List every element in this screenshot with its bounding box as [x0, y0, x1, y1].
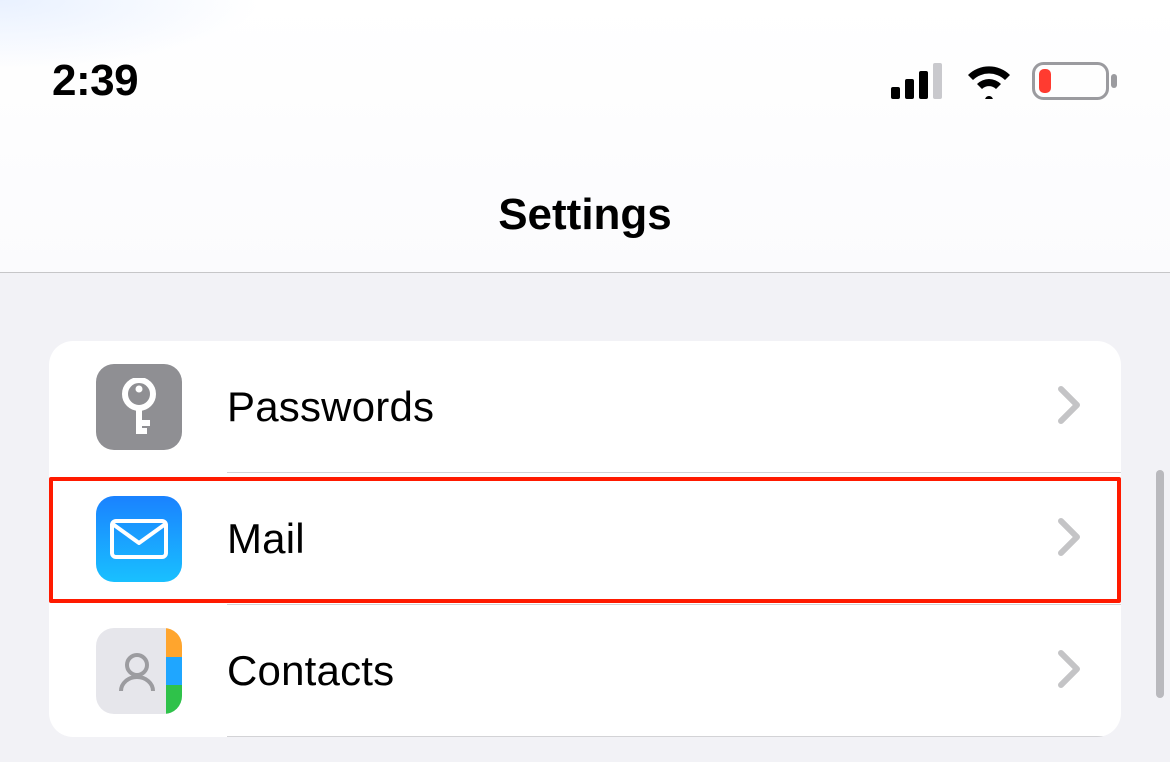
scrollbar-thumb[interactable] — [1156, 470, 1164, 698]
address-book-tabs — [166, 628, 182, 714]
chevron-right-icon — [1057, 517, 1081, 562]
battery-low-icon — [1032, 62, 1118, 100]
settings-group: Passwords Mail — [49, 341, 1121, 737]
mail-icon — [96, 496, 182, 582]
page-title: Settings — [0, 190, 1170, 240]
settings-row-label: Contacts — [227, 647, 1057, 695]
status-time: 2:39 — [52, 56, 138, 106]
settings-row-passwords[interactable]: Passwords — [49, 341, 1121, 473]
settings-row-mail[interactable]: Mail — [49, 473, 1121, 605]
row-separator — [227, 736, 1121, 737]
cellular-signal-icon — [891, 63, 946, 99]
status-indicators — [891, 62, 1118, 100]
key-icon — [96, 364, 182, 450]
navigation-header: 2:39 — [0, 0, 1170, 273]
chevron-right-icon — [1057, 385, 1081, 430]
wifi-icon — [964, 63, 1014, 99]
settings-row-label: Mail — [227, 515, 1057, 563]
settings-list-area: Passwords Mail — [0, 273, 1170, 737]
status-bar: 2:39 — [0, 0, 1170, 106]
settings-row-contacts[interactable]: Contacts — [49, 605, 1121, 737]
chevron-right-icon — [1057, 649, 1081, 694]
settings-row-label: Passwords — [227, 383, 1057, 431]
contacts-icon — [96, 628, 182, 714]
